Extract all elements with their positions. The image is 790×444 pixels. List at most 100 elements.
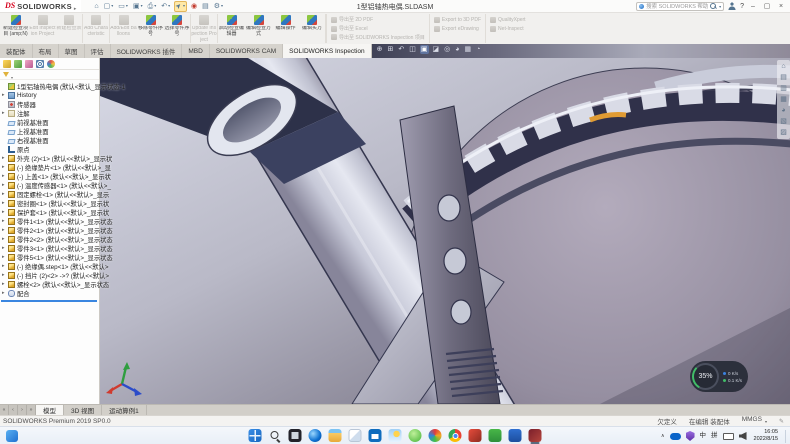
edge-icon[interactable]: [309, 429, 322, 442]
ime-language-indicator[interactable]: 中: [700, 433, 707, 440]
tree-item[interactable]: 保护套<1> (默认<<默认>_显示状: [0, 208, 99, 217]
hidden-icons-chevron[interactable]: ∧: [661, 434, 665, 439]
start-icon[interactable]: [249, 429, 262, 442]
file-explorer-icon[interactable]: ▥: [780, 85, 787, 92]
tree-item[interactable]: (-) 温度传感器<1> (默认<<默认>_: [0, 181, 99, 190]
menu-flyout-arrow-icon[interactable]: [74, 0, 77, 15]
tree-item[interactable]: (-) 绝缘垫片<1> (默认<<默认>_显: [0, 163, 99, 172]
tree-item[interactable]: 1型铝轴热电偶 (默认<默认_显示状态-1: [0, 82, 99, 91]
dimxpertmanager-tab-icon[interactable]: [36, 60, 44, 68]
ribbon-tab[interactable]: 装配体: [0, 44, 33, 58]
select-icon[interactable]: ➤: [174, 1, 187, 12]
minimize-button[interactable]: –: [748, 3, 758, 10]
chrome-icon[interactable]: [449, 429, 462, 442]
tree-item[interactable]: 零件2<1> (默认<<默认>_显示状态: [0, 226, 99, 235]
model-tab[interactable]: 运动算例1: [102, 405, 147, 415]
browser-360-icon[interactable]: [409, 429, 422, 442]
security-shield-icon[interactable]: [686, 431, 695, 441]
close-button[interactable]: ×: [776, 3, 786, 10]
ribbon-button[interactable]: Add Characteristic: [83, 14, 110, 43]
export-button[interactable]: QualityXpert: [490, 16, 526, 24]
browser-colorful-icon[interactable]: [429, 429, 442, 442]
featuremanager-tab-icon[interactable]: [3, 60, 11, 68]
appearances-icon[interactable]: ◕: [781, 107, 785, 114]
scene-icon[interactable]: ▦: [463, 45, 472, 54]
customize-status-icon[interactable]: ✎: [779, 418, 784, 425]
save-icon[interactable]: ▣: [132, 2, 144, 11]
ribbon-button[interactable]: 选择零件序号: [164, 14, 191, 43]
section-view-icon[interactable]: ◫: [408, 45, 417, 54]
model-3d-view[interactable]: [100, 58, 790, 404]
tree-item[interactable]: 螺栓<2> (默认<<默认>_显示状态: [0, 280, 99, 289]
onedrive-icon[interactable]: [670, 433, 681, 440]
tree-item[interactable]: History: [0, 91, 99, 100]
tree-item[interactable]: 密封圈<1> (默认<<默认>_显示状: [0, 199, 99, 208]
ribbon-tab[interactable]: SOLIDWORKS CAM: [210, 44, 283, 58]
task-view-icon[interactable]: [289, 429, 302, 442]
ribbon-button[interactable]: 启动检查编辑器: [218, 14, 245, 43]
ime-mode-indicator[interactable]: 拼: [711, 433, 718, 440]
view-settings-icon[interactable]: ◔: [475, 45, 481, 54]
tree-item[interactable]: 传感器: [0, 100, 99, 109]
model-tab[interactable]: 模型: [36, 405, 64, 415]
print-icon[interactable]: ⎙: [147, 2, 158, 11]
file-properties-icon[interactable]: ▤: [201, 2, 210, 11]
hide-show-items-icon[interactable]: ◎: [443, 45, 451, 54]
tree-item[interactable]: 上视基准面: [0, 127, 99, 136]
tab-scroll-button[interactable]: »: [27, 405, 36, 415]
wps-icon[interactable]: [489, 429, 502, 442]
weather-icon[interactable]: [389, 429, 402, 442]
ribbon-button[interactable]: 新建检查项目 (amp;N): [2, 14, 29, 43]
propertymanager-tab-icon[interactable]: [14, 60, 22, 68]
widgets-icon[interactable]: [6, 430, 18, 442]
help-search-input[interactable]: 搜索 SOLIDWORKS 帮助 ▾: [636, 2, 724, 11]
ribbon-tab[interactable]: 布局: [33, 44, 59, 58]
design-library-icon[interactable]: ▤: [780, 74, 787, 81]
ribbon-tab[interactable]: 草图: [59, 44, 85, 58]
ribbon-button[interactable]: Add/Edit Balloons: [110, 14, 137, 43]
export-button[interactable]: 导出至 Excel: [331, 25, 425, 33]
toolbox-icon[interactable]: ▦: [780, 96, 787, 103]
tab-scroll-button[interactable]: «: [0, 405, 9, 415]
display-style-icon[interactable]: ◪: [432, 45, 441, 54]
view-orientation-icon[interactable]: ▣: [420, 45, 429, 54]
ribbon-button[interactable]: 编辑检查方式: [245, 14, 272, 43]
tree-item[interactable]: 原点: [0, 145, 99, 154]
rebuild-icon[interactable]: ◉: [190, 2, 198, 11]
tree-item[interactable]: 零件2<2> (默认<<默认>_显示状态: [0, 235, 99, 244]
displaymanager-tab-icon[interactable]: [47, 60, 55, 68]
open-icon[interactable]: ▭: [117, 2, 129, 11]
zoom-fit-icon[interactable]: ⊕: [376, 45, 384, 54]
undo-icon[interactable]: ↶: [160, 2, 171, 11]
ribbon-button[interactable]: Edit Inspection Project: [29, 14, 56, 43]
performance-overlay[interactable]: 35% 0 K/s 0.1 K/s: [690, 361, 748, 392]
tree-item[interactable]: 外壳 (2)<1> (默认<<默认>_显示状: [0, 154, 99, 163]
tree-item[interactable]: (-) 上盖<1> (默认<<默认>_显示状: [0, 172, 99, 181]
search-icon[interactable]: [710, 3, 717, 10]
options-icon[interactable]: ⚙: [213, 2, 224, 11]
help-button[interactable]: ?: [740, 3, 744, 10]
solidworks-logo[interactable]: DS SOLIDWORKS: [0, 0, 81, 12]
show-desktop-button[interactable]: [785, 430, 787, 443]
ribbon-tab[interactable]: SOLIDWORKS 插件: [111, 44, 183, 58]
graphics-viewport[interactable]: ⌂▤▥▦◕▧▨ 35% 0 K/s 0.1 K/s: [100, 58, 790, 404]
tab-scroll-button[interactable]: ›: [18, 405, 27, 415]
tree-item[interactable]: 零件3<1> (默认<<默认>_显示状态: [0, 244, 99, 253]
model-tab[interactable]: 3D 视图: [64, 405, 102, 415]
filter-caret-icon[interactable]: [11, 66, 13, 84]
units-dropdown-caret[interactable]: ▾: [765, 419, 767, 424]
ribbon-button[interactable]: 新建检查表: [56, 14, 83, 43]
tree-item[interactable]: 配合: [0, 289, 99, 298]
tree-item[interactable]: 固定螺栓<1> (默认<<默认>_显示: [0, 190, 99, 199]
tree-item[interactable]: 零件5<1> (默认<<默认>_显示状态: [0, 253, 99, 262]
export-button[interactable]: 导出至 SOLIDWORKS Inspection 项目: [331, 33, 425, 41]
ribbon-button[interactable]: 编辑实方: [299, 14, 326, 43]
export-button[interactable]: 导出至 2D PDF: [331, 16, 425, 24]
ribbon-tab[interactable]: MBD: [182, 44, 209, 58]
ribbon-button[interactable]: 编辑操作: [272, 14, 299, 43]
filter-icon[interactable]: [3, 72, 9, 77]
tree-item[interactable]: 注解: [0, 109, 99, 118]
system-clock[interactable]: 16:05 2022/8/15: [754, 429, 778, 443]
pack-and-go-icon[interactable]: ▨: [780, 129, 787, 136]
tab-scroll-button[interactable]: ‹: [9, 405, 18, 415]
